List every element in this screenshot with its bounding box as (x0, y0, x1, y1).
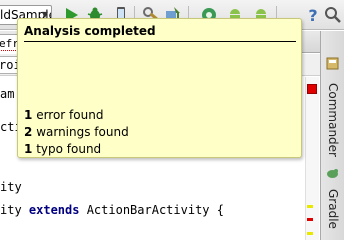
code-line: ity extends ActionBarActivity { (0, 203, 224, 217)
code-text: ActionBarActivity { (79, 203, 224, 217)
ide-window: ldSample ▼ ? efre roid am cti ity ity ex… (0, 0, 344, 240)
code-line: ity (0, 180, 22, 194)
analysis-balloon[interactable]: Analysis completed 1 error found 2 warni… (17, 18, 302, 158)
warning-count-row: 2 warnings found (24, 125, 129, 139)
warning-marker[interactable] (307, 205, 313, 208)
typo-count: 1 (24, 142, 33, 156)
search-icon[interactable] (324, 6, 342, 24)
svg-text:?: ? (308, 6, 317, 24)
warning-count-label: warnings found (36, 125, 129, 139)
code-text: ity (0, 203, 29, 217)
commander-icon (326, 57, 339, 70)
warning-marker[interactable] (307, 232, 313, 235)
typo-count-row: 1 typo found (24, 142, 101, 156)
typo-count-label: typo found (36, 142, 102, 156)
error-count-label: error found (36, 108, 104, 122)
code-keyword: extends (28, 203, 80, 217)
error-status-icon[interactable] (307, 84, 317, 94)
right-tool-strip: Commander Gradle (320, 31, 344, 240)
error-stripe[interactable] (305, 77, 319, 240)
balloon-title: Analysis completed (24, 24, 296, 42)
tool-window-gradle[interactable]: Gradle (322, 183, 344, 235)
help-icon[interactable]: ? (304, 6, 322, 24)
error-count-row: 1 error found (24, 108, 103, 122)
gradle-icon (327, 169, 338, 178)
tool-window-commander[interactable]: Commander (322, 75, 344, 165)
error-count: 1 (24, 108, 33, 122)
warning-count: 2 (24, 125, 33, 139)
code-line: am (0, 87, 15, 101)
error-marker[interactable] (307, 218, 313, 221)
